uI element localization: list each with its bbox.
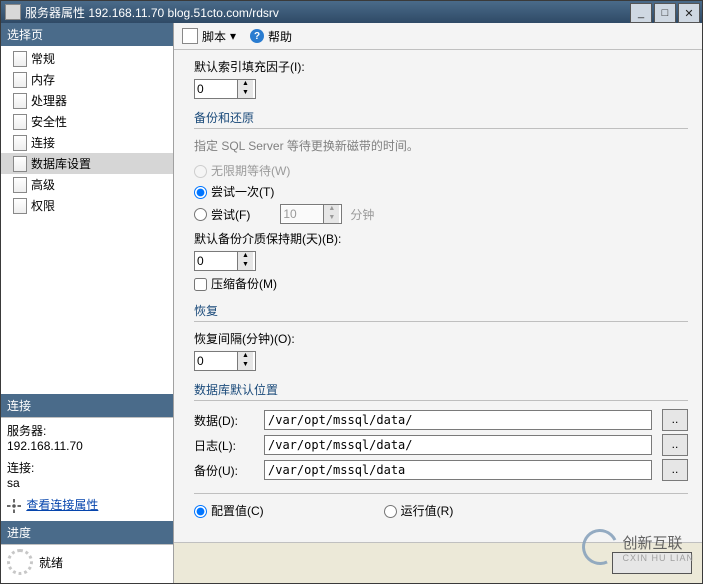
backup-restore-header: 备份和还原 [194,109,688,126]
sidebar-item-label: 内存 [31,71,55,88]
progress-spinner-icon [7,549,33,575]
fill-factor-input[interactable] [195,81,237,97]
backup-restore-desc: 指定 SQL Server 等待更换新磁带的时间。 [194,137,688,154]
page-icon [13,177,27,193]
default-locations-header: 数据库默认位置 [194,381,688,398]
media-retention-stepper[interactable]: ▲▼ [194,251,256,271]
server-value: 192.168.11.70 [7,439,167,453]
sidebar-item-2[interactable]: 处理器 [1,90,173,111]
media-retention-label: 默认备份介质保持期(天)(B): [194,230,688,247]
backup-path-input[interactable] [264,460,652,480]
page-icon [13,72,27,88]
down-icon[interactable]: ▼ [237,361,253,370]
sidebar-item-label: 数据库设置 [31,155,91,172]
sidebar-item-label: 常规 [31,50,55,67]
ok-button[interactable] [612,552,692,574]
help-label: 帮助 [268,28,292,45]
page-icon [13,93,27,109]
sidebar-item-6[interactable]: 高级 [1,174,173,195]
script-button[interactable]: 脚本 ▾ [182,28,236,45]
data-browse-button[interactable]: .. [662,409,688,431]
up-icon[interactable]: ▲ [237,352,253,361]
up-icon[interactable]: ▲ [237,80,253,89]
backup-browse-button[interactable]: .. [662,459,688,481]
script-icon [182,28,198,44]
sidebar-item-3[interactable]: 安全性 [1,111,173,132]
wait-indefinitely-radio: 无限期等待(W) [194,162,290,179]
help-icon: ? [250,29,264,43]
connection-header: 连接 [1,394,173,417]
minutes-label: 分钟 [350,206,374,223]
page-icon [13,198,27,214]
window-title: 服务器属性 192.168.11.70 blog.51cto.com/rdsrv [25,4,279,21]
config-value-radio[interactable]: 配置值(C) [194,502,264,519]
sidebar-item-4[interactable]: 连接 [1,132,173,153]
compress-backup-checkbox[interactable]: 压缩备份(M) [194,275,277,292]
sidebar-item-label: 安全性 [31,113,67,130]
connection-value: sa [7,476,167,490]
down-icon[interactable]: ▼ [237,261,253,270]
try-minutes-stepper: ▲▼ [280,204,342,224]
sidebar-item-1[interactable]: 内存 [1,69,173,90]
page-icon [13,135,27,151]
page-icon [13,51,27,67]
status-ready: 就绪 [39,554,63,571]
maximize-button[interactable]: □ [654,3,676,23]
sidebar-item-label: 处理器 [31,92,67,109]
recovery-interval-label: 恢复间隔(分钟)(O): [194,330,688,347]
select-page-header: 选择页 [1,23,173,46]
script-label: 脚本 [202,28,226,45]
recovery-interval-stepper[interactable]: ▲▼ [194,351,256,371]
down-icon[interactable]: ▼ [237,89,253,98]
sidebar-item-label: 权限 [31,197,55,214]
page-icon [13,156,27,172]
close-button[interactable]: ✕ [678,3,700,23]
log-path-input[interactable] [264,435,652,455]
up-icon[interactable]: ▲ [237,252,253,261]
help-button[interactable]: ? 帮助 [250,28,292,45]
data-path-input[interactable] [264,410,652,430]
log-path-label: 日志(L): [194,437,254,454]
data-path-label: 数据(D): [194,412,254,429]
sidebar-item-5[interactable]: 数据库设置 [1,153,173,174]
try-minutes-input [281,206,323,222]
fill-factor-stepper[interactable]: ▲▼ [194,79,256,99]
app-icon [5,4,21,20]
backup-path-label: 备份(U): [194,462,254,479]
recovery-interval-input[interactable] [195,353,237,369]
minimize-button[interactable]: _ [630,3,652,23]
sidebar-item-label: 连接 [31,134,55,151]
server-label: 服务器: [7,422,167,439]
log-browse-button[interactable]: .. [662,434,688,456]
page-icon [13,114,27,130]
sidebar-item-0[interactable]: 常规 [1,48,173,69]
recovery-header: 恢复 [194,302,688,319]
chevron-down-icon: ▾ [230,29,236,43]
gear-icon [7,499,21,513]
view-connection-props-link[interactable]: 查看连接属性 [26,498,98,512]
fill-factor-label: 默认索引填充因子(I): [194,58,688,75]
try-once-radio[interactable]: 尝试一次(T) [194,183,274,200]
progress-header: 进度 [1,521,173,544]
media-retention-input[interactable] [195,253,237,269]
running-value-radio[interactable]: 运行值(R) [384,502,454,519]
sidebar-item-7[interactable]: 权限 [1,195,173,216]
sidebar-item-label: 高级 [31,176,55,193]
connection-label: 连接: [7,459,167,476]
try-for-radio[interactable]: 尝试(F) [194,206,280,223]
